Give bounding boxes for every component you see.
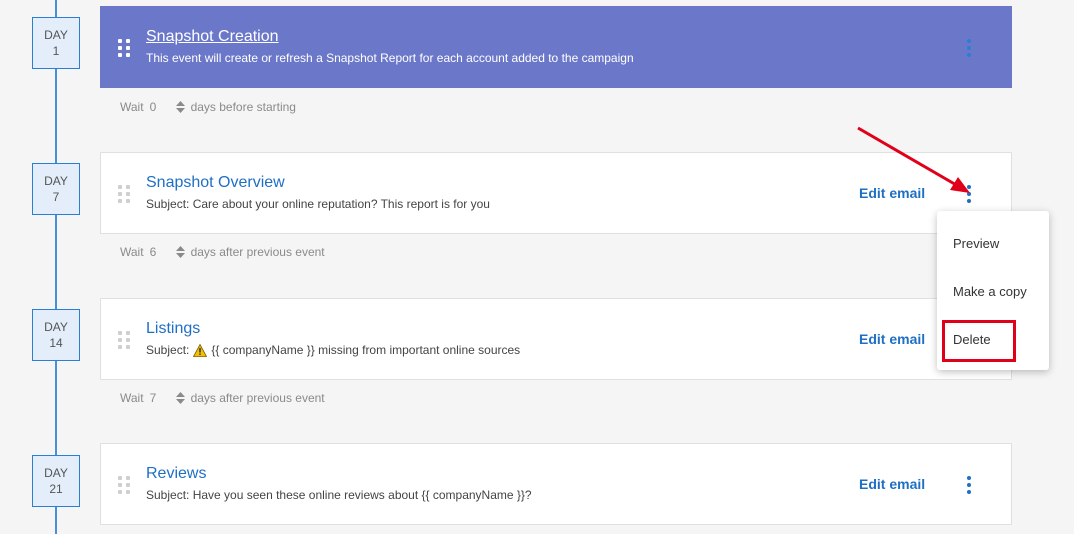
event-card-listings[interactable]: Listings Subject: {{ companyName }} miss… xyxy=(100,298,1012,380)
warning-icon xyxy=(193,343,208,357)
edit-email-button[interactable]: Edit email xyxy=(859,331,925,347)
day-label: DAY xyxy=(44,466,68,480)
day-badge-7: DAY 7 xyxy=(32,163,80,215)
day-label: DAY xyxy=(44,28,68,42)
wait-label: Wait xyxy=(120,100,144,114)
day-number: 21 xyxy=(49,482,63,496)
timeline-line xyxy=(55,0,57,534)
event-title[interactable]: Snapshot Creation xyxy=(146,28,279,46)
event-card-reviews[interactable]: Reviews Subject: Have you seen these onl… xyxy=(100,443,1012,525)
event-subject: Subject: Have you seen these online revi… xyxy=(146,488,532,502)
wait-days-value[interactable]: 0 xyxy=(150,100,164,114)
wait-label: Wait xyxy=(120,391,144,405)
event-description: This event will create or refresh a Snap… xyxy=(146,51,634,65)
wait-suffix: days after previous event xyxy=(190,245,325,259)
event-subject: Subject: {{ companyName }} missing from … xyxy=(146,343,521,357)
stepper-icon[interactable] xyxy=(175,246,185,258)
day-number: 14 xyxy=(49,336,63,350)
wait-days-value[interactable]: 6 xyxy=(150,245,164,259)
menu-item-preview[interactable]: Preview xyxy=(953,236,999,251)
day-label: DAY xyxy=(44,174,68,188)
event-card-snapshot-creation[interactable]: Snapshot Creation This event will create… xyxy=(100,6,1012,88)
day-badge-1: DAY 1 xyxy=(32,17,80,69)
menu-item-make-a-copy[interactable]: Make a copy xyxy=(953,284,1027,299)
edit-email-button[interactable]: Edit email xyxy=(859,476,925,492)
event-title[interactable]: Reviews xyxy=(146,465,206,483)
wait-row: Wait 0 days before starting xyxy=(120,100,296,114)
campaign-timeline: DAY 1 DAY 7 DAY 14 DAY 21 Snapshot Creat… xyxy=(0,0,1074,534)
more-options-icon[interactable] xyxy=(963,474,975,496)
day-label: DAY xyxy=(44,320,68,334)
drag-handle-icon[interactable] xyxy=(118,39,130,57)
day-number: 1 xyxy=(52,44,60,58)
annotation-arrow-icon xyxy=(857,126,970,193)
event-title[interactable]: Snapshot Overview xyxy=(146,174,285,192)
wait-days-value[interactable]: 7 xyxy=(150,391,164,405)
drag-handle-icon[interactable] xyxy=(118,331,130,349)
drag-handle-icon[interactable] xyxy=(118,476,130,494)
annotation-highlight-box xyxy=(942,320,1016,362)
wait-row: Wait 7 days after previous event xyxy=(120,391,325,405)
day-number: 7 xyxy=(52,190,60,204)
drag-handle-icon[interactable] xyxy=(118,185,130,203)
wait-label: Wait xyxy=(120,245,144,259)
wait-suffix: days before starting xyxy=(190,100,296,114)
wait-suffix: days after previous event xyxy=(190,391,325,405)
day-badge-21: DAY 21 xyxy=(32,455,80,507)
day-badge-14: DAY 14 xyxy=(32,309,80,361)
wait-row: Wait 6 days after previous event xyxy=(120,245,325,259)
stepper-icon[interactable] xyxy=(175,101,185,113)
event-subject: Subject: Care about your online reputati… xyxy=(146,197,490,211)
event-title[interactable]: Listings xyxy=(146,320,200,338)
more-options-icon[interactable] xyxy=(963,37,975,59)
stepper-icon[interactable] xyxy=(175,392,185,404)
